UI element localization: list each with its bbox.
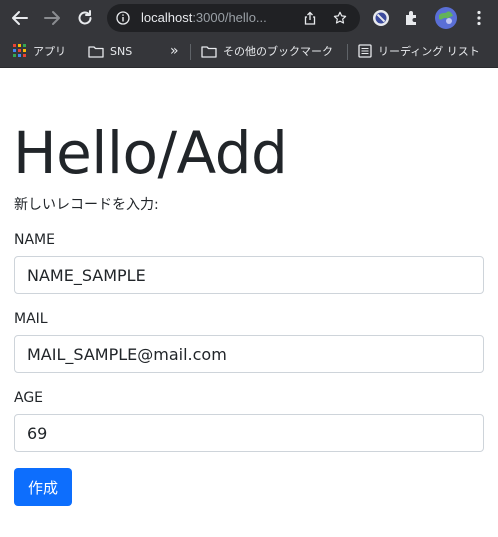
reading-list-button[interactable]: リーディング リスト bbox=[358, 36, 480, 66]
bookmark-separator bbox=[347, 44, 348, 60]
back-button[interactable] bbox=[8, 6, 32, 30]
bookmark-sns-label: SNS bbox=[110, 44, 133, 58]
reading-list-label: リーディング リスト bbox=[378, 45, 480, 58]
address-bar[interactable]: localhost:3000/hello... bbox=[107, 4, 360, 32]
bookmark-other-folder[interactable]: その他のブックマーク bbox=[201, 36, 333, 66]
page-content: Hello/Add 新しいレコードを入力: NAME MAIL AGE 作成 bbox=[0, 69, 498, 537]
url-path: :3000/hello... bbox=[192, 10, 267, 25]
age-label: AGE bbox=[14, 390, 44, 406]
mail-input[interactable] bbox=[14, 335, 484, 373]
age-input[interactable] bbox=[14, 414, 484, 452]
bookmark-overflow-button[interactable]: » bbox=[170, 36, 179, 66]
info-icon[interactable] bbox=[116, 11, 130, 25]
star-icon[interactable] bbox=[333, 11, 347, 25]
submit-button[interactable]: 作成 bbox=[14, 468, 72, 506]
folder-icon bbox=[201, 45, 217, 58]
folder-icon bbox=[88, 45, 104, 58]
reading-list-icon bbox=[358, 44, 372, 58]
overflow-chevron: » bbox=[170, 43, 179, 59]
arrow-right-icon bbox=[44, 11, 60, 25]
forward-button[interactable] bbox=[40, 6, 64, 30]
blocker-extension-icon[interactable] bbox=[371, 8, 391, 28]
profile-avatar-icon[interactable] bbox=[434, 6, 458, 30]
browser-toolbar: localhost:3000/hello... bbox=[0, 0, 498, 36]
bookmark-apps-label: アプリ bbox=[33, 45, 66, 58]
name-input[interactable] bbox=[14, 256, 484, 294]
apps-grid-icon bbox=[13, 44, 26, 57]
bookmark-sns-folder[interactable]: SNS bbox=[88, 36, 132, 66]
arrow-left-icon bbox=[12, 11, 28, 25]
puzzle-extensions-icon[interactable] bbox=[402, 8, 422, 28]
more-vert-icon bbox=[477, 10, 481, 26]
name-label: NAME bbox=[14, 232, 55, 248]
bookmarks-bar: アプリ SNS » その他のブックマーク リーディング リスト bbox=[0, 36, 498, 68]
url-text[interactable]: localhost:3000/hello... bbox=[141, 4, 301, 32]
bookmark-other-label: その他のブックマーク bbox=[223, 45, 333, 58]
page-title: Hello/Add bbox=[13, 119, 288, 187]
bookmark-separator bbox=[190, 44, 191, 60]
mail-label: MAIL bbox=[14, 311, 48, 327]
url-host: localhost bbox=[141, 10, 193, 25]
page-subtitle: 新しいレコードを入力: bbox=[14, 197, 159, 213]
reload-button[interactable] bbox=[73, 6, 97, 30]
bookmark-apps[interactable]: アプリ bbox=[13, 36, 66, 66]
share-icon[interactable] bbox=[303, 11, 317, 25]
chrome-menu-button[interactable] bbox=[467, 6, 491, 30]
reload-icon bbox=[78, 10, 92, 25]
